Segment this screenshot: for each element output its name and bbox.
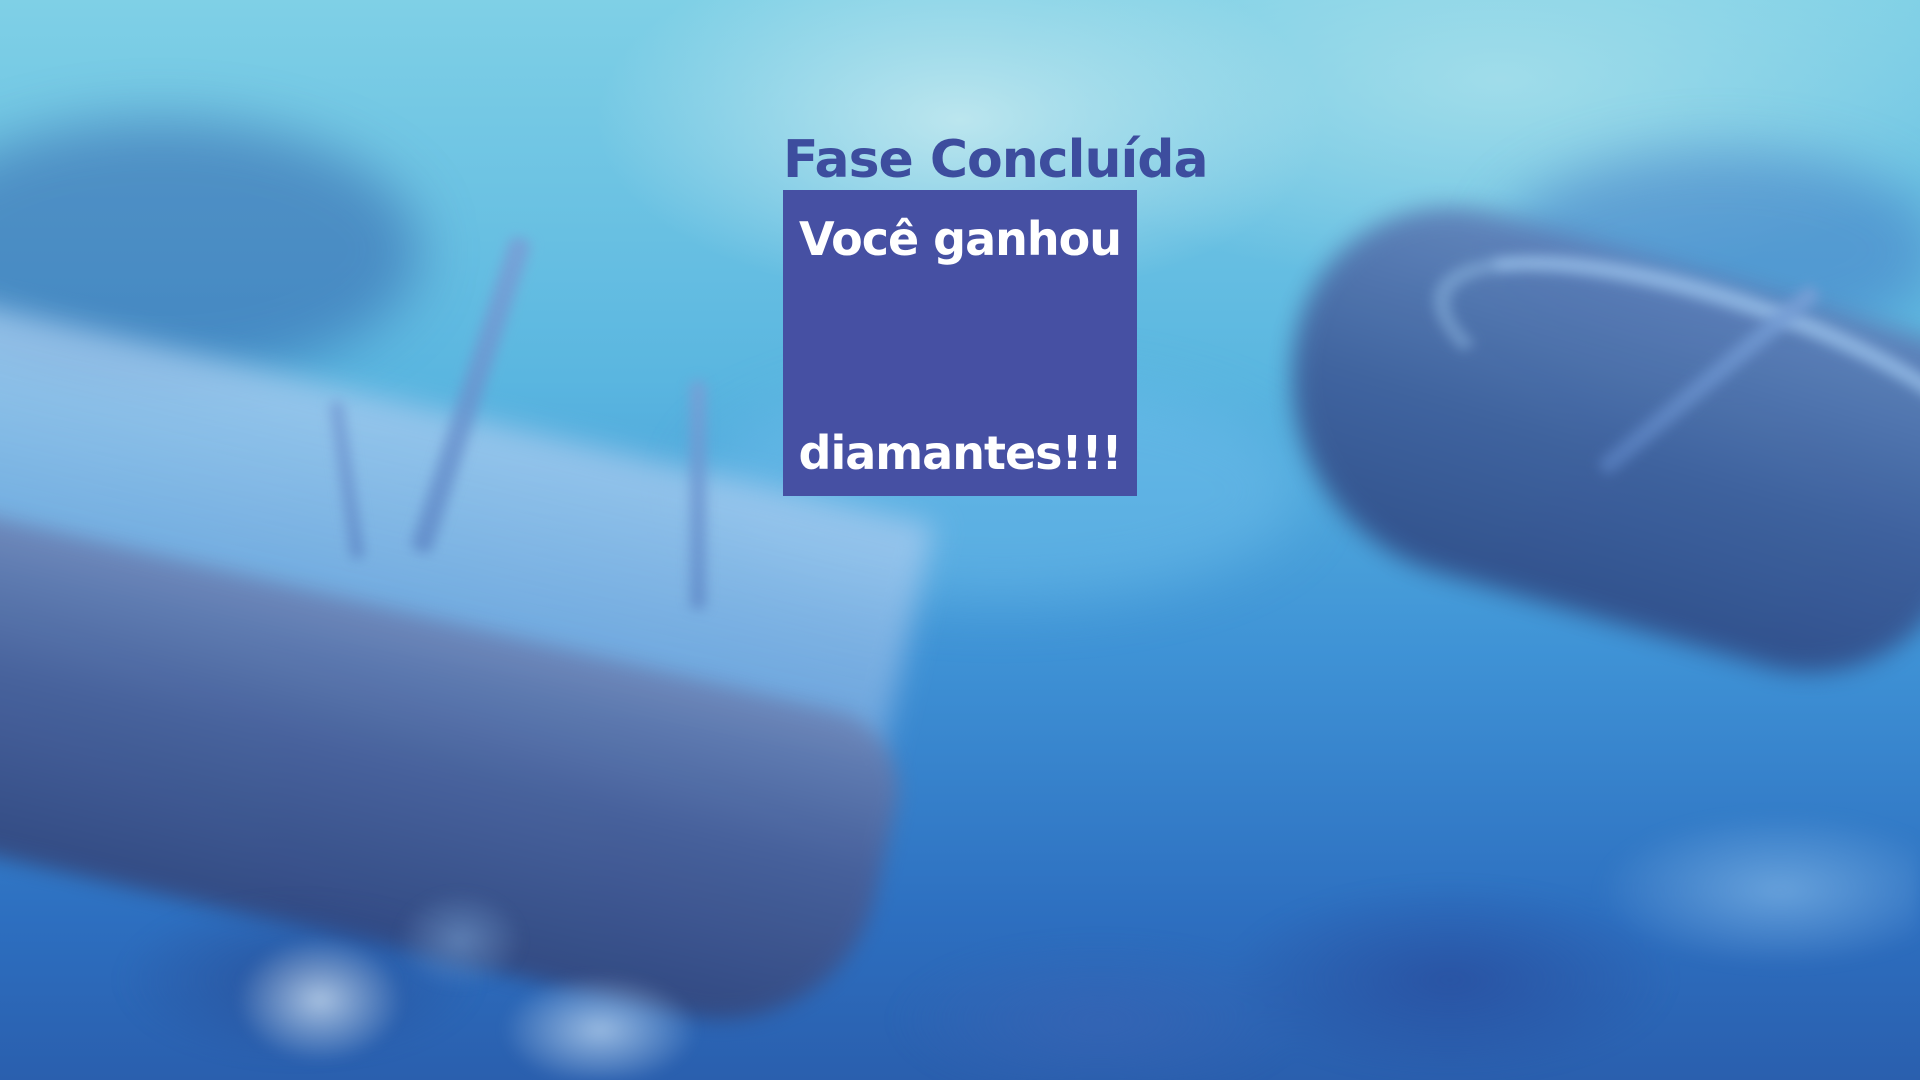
reward-text-top: Você ganhou bbox=[799, 212, 1122, 266]
reward-panel: Você ganhou diamantes!!! bbox=[783, 190, 1137, 496]
reward-amount-area bbox=[783, 280, 1137, 410]
seabed-rocks bbox=[180, 880, 800, 1080]
reward-text-bottom: diamantes!!! bbox=[798, 426, 1123, 480]
shipwreck-mast bbox=[690, 380, 706, 610]
